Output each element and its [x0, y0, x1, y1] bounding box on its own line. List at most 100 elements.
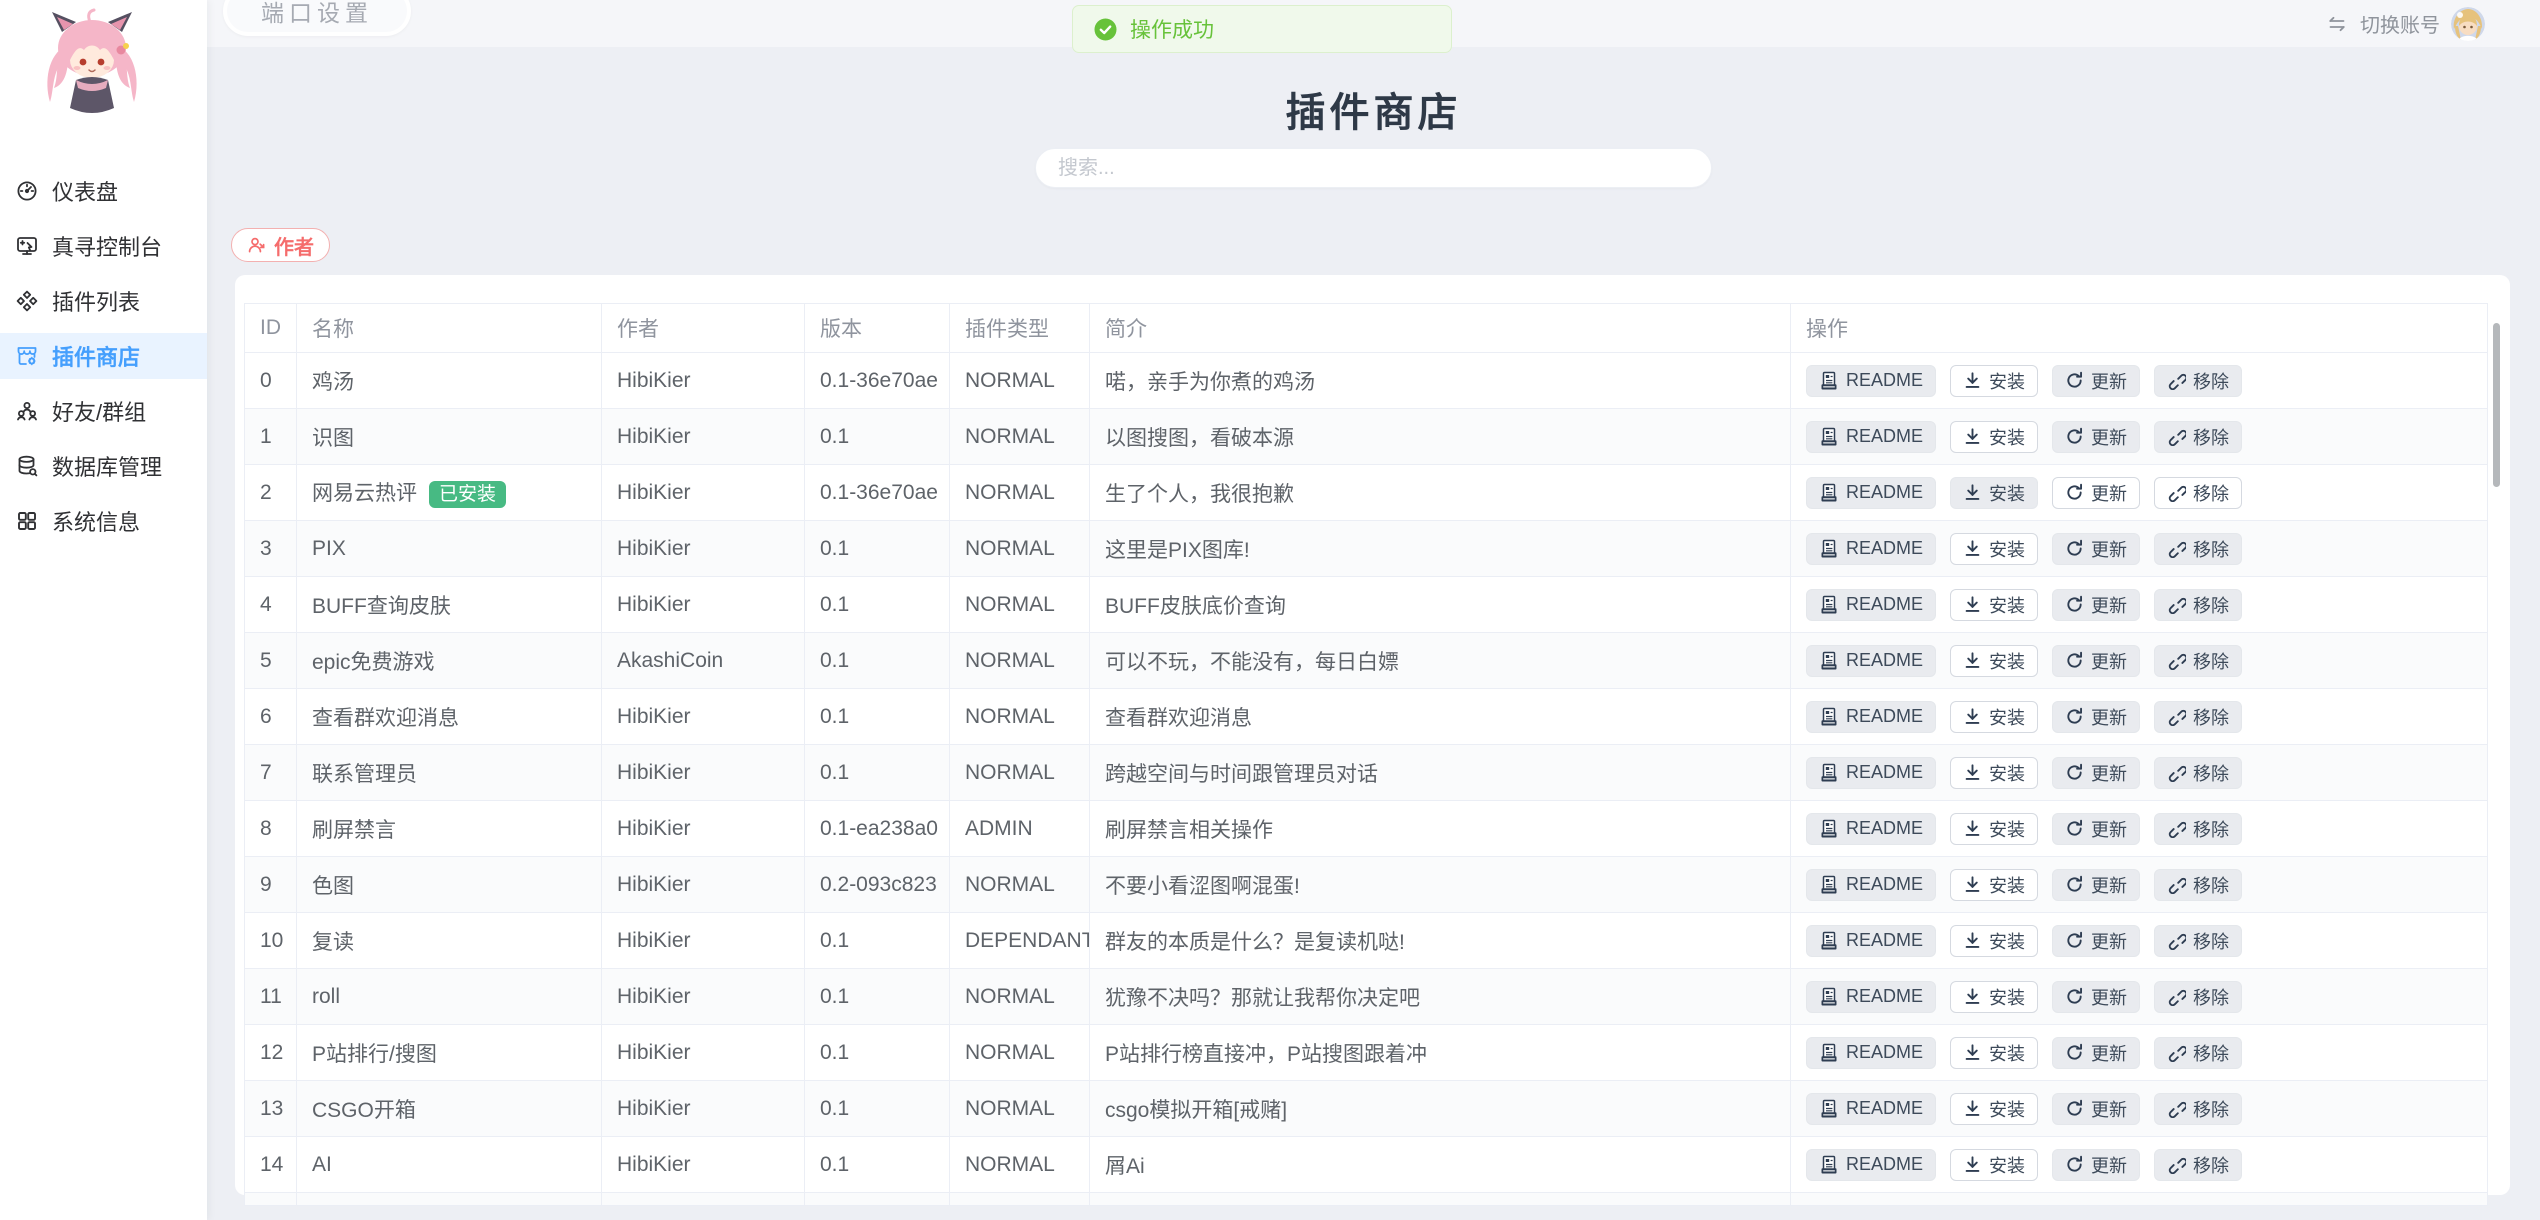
- readme-icon: [1819, 539, 1839, 559]
- install-button[interactable]: 安装: [1950, 757, 2038, 789]
- remove-button[interactable]: 移除: [2154, 925, 2242, 957]
- cell-type: NORMAL: [950, 521, 1090, 577]
- unlink-icon: [2167, 987, 2186, 1006]
- switch-account[interactable]: 切换账号: [2325, 0, 2485, 47]
- remove-button[interactable]: 移除: [2154, 477, 2242, 509]
- database-icon: [15, 454, 39, 478]
- sidebar-item-plugin-list[interactable]: 插件列表: [0, 278, 207, 324]
- refresh-icon: [2065, 539, 2084, 558]
- update-button[interactable]: 更新: [2052, 981, 2140, 1013]
- sidebar-item-console[interactable]: 真寻控制台: [0, 223, 207, 269]
- readme-button[interactable]: README: [1806, 925, 1936, 957]
- update-button[interactable]: 更新: [2052, 701, 2140, 733]
- update-button[interactable]: 更新: [2052, 813, 2140, 845]
- sidebar-item-dashboard[interactable]: 仪表盘: [0, 168, 207, 214]
- readme-button[interactable]: README: [1806, 757, 1936, 789]
- table-scrollbar-thumb[interactable]: [2493, 323, 2500, 487]
- search-input[interactable]: [1036, 149, 1711, 187]
- readme-button[interactable]: README: [1806, 701, 1936, 733]
- install-button[interactable]: 安装: [1950, 365, 2038, 397]
- update-button[interactable]: 更新: [2052, 1037, 2140, 1069]
- cell-name-text: AI: [312, 1153, 332, 1176]
- readme-button[interactable]: README: [1806, 365, 1936, 397]
- readme-button[interactable]: README: [1806, 813, 1936, 845]
- install-button[interactable]: 安装: [1950, 925, 2038, 957]
- remove-button[interactable]: 移除: [2154, 701, 2242, 733]
- readme-button[interactable]: README: [1806, 869, 1936, 901]
- update-button[interactable]: 更新: [2052, 589, 2140, 621]
- sidebar-item-plugin-store[interactable]: 插件商店: [0, 333, 207, 379]
- install-button[interactable]: 安装: [1950, 477, 2038, 509]
- readme-button[interactable]: README: [1806, 981, 1936, 1013]
- install-button[interactable]: 安装: [1950, 589, 2038, 621]
- readme-button[interactable]: README: [1806, 645, 1936, 677]
- cell-version: 0.1-36e70ae: [805, 353, 950, 409]
- readme-button[interactable]: README: [1806, 1149, 1936, 1181]
- update-button[interactable]: 更新: [2052, 365, 2140, 397]
- readme-button[interactable]: README: [1806, 1037, 1936, 1069]
- remove-label: 移除: [2193, 816, 2229, 842]
- menu-label: 真寻控制台: [52, 230, 162, 262]
- sidebar-item-system-info[interactable]: 系统信息: [0, 498, 207, 544]
- install-button[interactable]: 安装: [1950, 421, 2038, 453]
- readme-button[interactable]: README: [1806, 1093, 1936, 1125]
- update-button[interactable]: 更新: [2052, 421, 2140, 453]
- readme-icon: [1819, 651, 1839, 671]
- readme-button[interactable]: README: [1806, 477, 1936, 509]
- download-icon: [1963, 763, 1982, 782]
- install-button[interactable]: 安装: [1950, 701, 2038, 733]
- remove-button[interactable]: 移除: [2154, 533, 2242, 565]
- install-button[interactable]: 安装: [1950, 1149, 2038, 1181]
- remove-button[interactable]: 移除: [2154, 1149, 2242, 1181]
- remove-button[interactable]: 移除: [2154, 869, 2242, 901]
- readme-button[interactable]: README: [1806, 589, 1936, 621]
- remove-button[interactable]: 移除: [2154, 421, 2242, 453]
- update-label: 更新: [2091, 760, 2127, 786]
- unlink-icon: [2167, 1043, 2186, 1062]
- menu-label: 数据库管理: [52, 450, 162, 482]
- refresh-icon: [2065, 651, 2084, 670]
- update-button[interactable]: 更新: [2052, 477, 2140, 509]
- cell-desc: BUFF皮肤底价查询: [1090, 577, 1791, 633]
- update-button[interactable]: 更新: [2052, 869, 2140, 901]
- user-avatar[interactable]: [2451, 7, 2485, 41]
- update-button[interactable]: 更新: [2052, 533, 2140, 565]
- remove-button[interactable]: 移除: [2154, 589, 2242, 621]
- author-filter-button[interactable]: 作者: [231, 228, 330, 262]
- remove-label: 移除: [2193, 592, 2229, 618]
- remove-button[interactable]: 移除: [2154, 757, 2242, 789]
- row-actions: README 安装 更新: [1806, 633, 2487, 688]
- update-button[interactable]: 更新: [2052, 1149, 2140, 1181]
- row-actions: README 安装 更新: [1806, 1137, 2487, 1192]
- remove-button[interactable]: 移除: [2154, 1093, 2242, 1125]
- update-button[interactable]: 更新: [2052, 925, 2140, 957]
- readme-button[interactable]: README: [1806, 533, 1936, 565]
- sidebar-item-database[interactable]: 数据库管理: [0, 443, 207, 489]
- readme-button[interactable]: README: [1806, 421, 1936, 453]
- row-actions: README 安装 更新: [1806, 689, 2487, 744]
- install-button[interactable]: 安装: [1950, 981, 2038, 1013]
- install-button[interactable]: 安装: [1950, 1093, 2038, 1125]
- port-settings-button[interactable]: 端口设置: [223, 0, 411, 36]
- readme-icon: [1819, 427, 1839, 447]
- install-button[interactable]: 安装: [1950, 533, 2038, 565]
- install-button[interactable]: 安装: [1950, 1037, 2038, 1069]
- remove-button[interactable]: 移除: [2154, 813, 2242, 845]
- cell-name-text: 复读: [312, 931, 354, 954]
- remove-button[interactable]: 移除: [2154, 981, 2242, 1013]
- update-button[interactable]: 更新: [2052, 645, 2140, 677]
- install-button[interactable]: 安装: [1950, 869, 2038, 901]
- cell-id: 1: [245, 409, 297, 465]
- update-button[interactable]: 更新: [2052, 1093, 2140, 1125]
- sidebar-item-friends-groups[interactable]: 好友/群组: [0, 388, 207, 434]
- remove-button[interactable]: 移除: [2154, 365, 2242, 397]
- remove-button[interactable]: 移除: [2154, 1037, 2242, 1069]
- menu-label: 系统信息: [52, 505, 140, 537]
- cell-name-text: 网易云热评: [312, 482, 417, 505]
- remove-button[interactable]: 移除: [2154, 645, 2242, 677]
- install-button[interactable]: 安装: [1950, 645, 2038, 677]
- install-button[interactable]: 安装: [1950, 813, 2038, 845]
- remove-label: 移除: [2193, 1040, 2229, 1066]
- installed-badge: 已安装: [429, 481, 506, 508]
- update-button[interactable]: 更新: [2052, 757, 2140, 789]
